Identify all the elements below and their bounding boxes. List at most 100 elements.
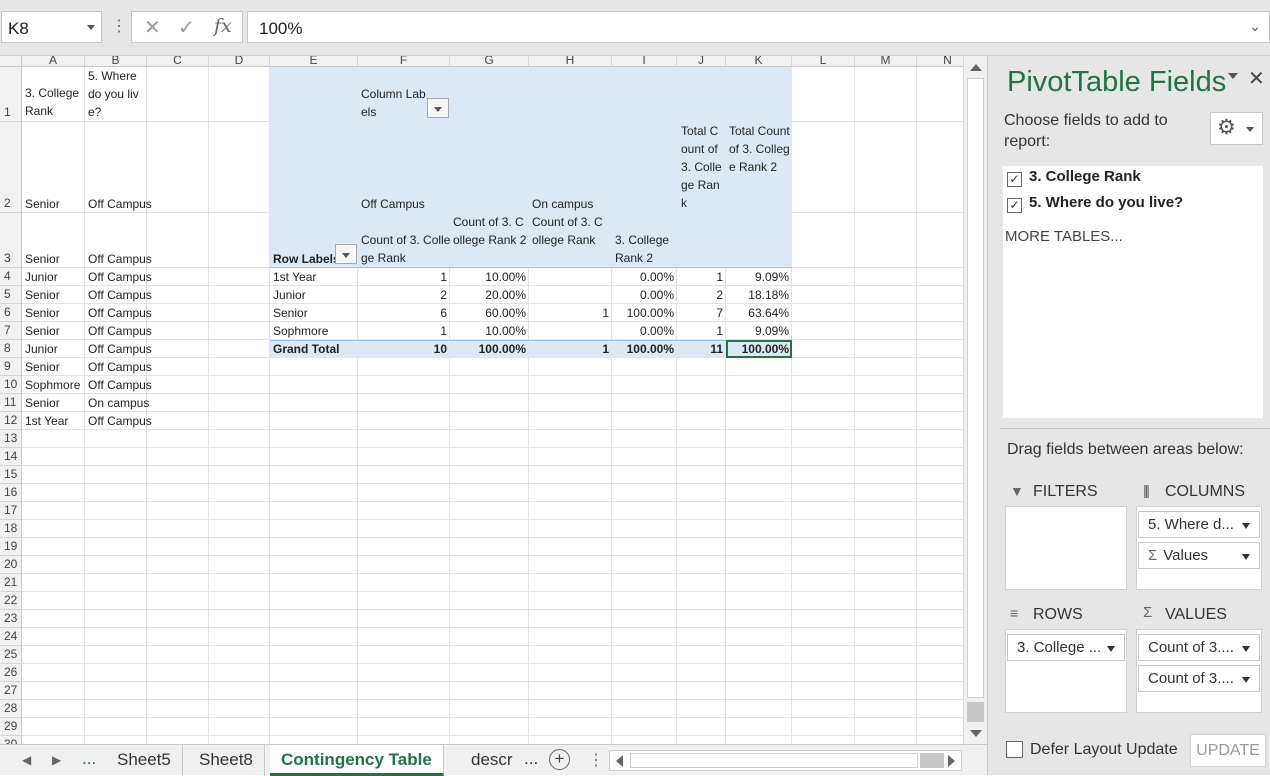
more-options-icon[interactable]: ⋮	[111, 16, 127, 36]
row-header-8[interactable]: 8	[0, 340, 22, 358]
chevron-down-icon[interactable]	[87, 25, 95, 30]
formula-input[interactable]: 100% ⌄	[247, 11, 1270, 43]
tab-contingency-table[interactable]: Contingency Table	[270, 745, 444, 776]
values-pill-count1[interactable]: Count of 3....	[1138, 634, 1260, 661]
chevron-down-icon[interactable]	[1242, 646, 1250, 652]
row-header-11[interactable]: 11	[0, 394, 22, 412]
filters-drop-area[interactable]	[1005, 506, 1127, 590]
tab-scroll-left-icon[interactable]: ◀	[22, 753, 31, 767]
row-header-15[interactable]: 15	[0, 466, 22, 484]
row-header-30[interactable]: 30	[0, 736, 22, 744]
scroll-up-icon[interactable]	[970, 64, 982, 71]
tab-scroll-right-icon[interactable]: ▶	[52, 753, 61, 767]
row-header-7[interactable]: 7	[0, 322, 22, 340]
row-header-18[interactable]: 18	[0, 520, 22, 538]
row-header-26[interactable]: 26	[0, 664, 22, 682]
active-cell[interactable]	[726, 340, 792, 358]
row-header-25[interactable]: 25	[0, 646, 22, 664]
row-header-17[interactable]: 17	[0, 502, 22, 520]
values-drop-area[interactable]: Count of 3.... Count of 3....	[1136, 629, 1262, 713]
chevron-down-icon[interactable]	[1107, 646, 1115, 652]
field-where-live[interactable]: ✓ 5. Where do you live?	[1007, 194, 1183, 213]
defer-checkbox[interactable]	[1006, 741, 1023, 758]
tab-descr[interactable]: descr	[460, 745, 524, 776]
insert-function-icon[interactable]: fx	[214, 15, 232, 37]
vertical-scrollbar[interactable]	[963, 56, 987, 744]
row-header-4[interactable]: 4	[0, 268, 22, 286]
row-header-13[interactable]: 13	[0, 430, 22, 448]
values-pill-count2[interactable]: Count of 3....	[1138, 665, 1260, 692]
column-header-d[interactable]: D	[209, 56, 270, 67]
field-college-rank[interactable]: ✓ 3. College Rank	[1007, 168, 1141, 187]
row-header-27[interactable]: 27	[0, 682, 22, 700]
select-all-corner[interactable]	[0, 56, 22, 67]
column-header-n[interactable]: N	[917, 56, 963, 67]
row-header-3[interactable]: 3	[0, 213, 22, 268]
update-button[interactable]: UPDATE	[1190, 734, 1266, 767]
row-header-20[interactable]: 20	[0, 556, 22, 574]
column-header-f[interactable]: F	[358, 56, 450, 67]
column-header-h[interactable]: H	[529, 56, 612, 67]
worksheet-grid[interactable]: ABCDEFGHIJKLMN 1 2 3 4 5 6 7 8 9 10 11 12 13 14 15 16 17…	[0, 56, 963, 744]
tab-sheet5[interactable]: Sheet5	[106, 745, 183, 776]
row-header-6[interactable]: 6	[0, 304, 22, 322]
more-tabs-right[interactable]: ...	[524, 749, 538, 769]
checkbox-checked-icon[interactable]: ✓	[1007, 172, 1022, 187]
checkbox-checked-icon[interactable]: ✓	[1007, 198, 1022, 213]
tab-sheet8[interactable]: Sheet8	[188, 745, 265, 776]
column-header-g[interactable]: G	[450, 56, 529, 67]
row-header-10[interactable]: 10	[0, 376, 22, 394]
scroll-thumb[interactable]	[967, 78, 984, 698]
row-header-14[interactable]: 14	[0, 448, 22, 466]
column-header-m[interactable]: M	[855, 56, 917, 67]
row-header-23[interactable]: 23	[0, 610, 22, 628]
column-header-b[interactable]: B	[85, 56, 147, 67]
rows-pill-college-rank[interactable]: 3. College ...	[1007, 634, 1125, 661]
columns-pill-where[interactable]: 5. Where d...	[1138, 511, 1260, 538]
row-header-29[interactable]: 29	[0, 718, 22, 736]
columns-pill-values[interactable]: Σ Values	[1138, 542, 1260, 569]
close-icon[interactable]: ✕	[1248, 66, 1265, 91]
chevron-down-icon[interactable]	[1242, 677, 1250, 683]
more-tabs-left[interactable]: ...	[82, 749, 96, 769]
column-header-e[interactable]: E	[270, 56, 358, 67]
columns-drop-area[interactable]: 5. Where d... Σ Values	[1136, 506, 1262, 590]
field-label: 5. Where do you live?	[1029, 194, 1184, 211]
scroll-down-icon[interactable]	[970, 730, 982, 737]
scroll-right-icon[interactable]	[948, 755, 955, 767]
cancel-icon[interactable]: ✕	[144, 15, 161, 40]
more-tables-link[interactable]: MORE TABLES...	[1005, 228, 1123, 245]
rows-drop-area[interactable]: 3. College ...	[1005, 629, 1127, 713]
row-header-28[interactable]: 28	[0, 700, 22, 718]
column-header-l[interactable]: L	[792, 56, 855, 67]
row-labels-filter-button[interactable]	[335, 244, 357, 264]
column-header-k[interactable]: K	[726, 56, 792, 67]
row-header-19[interactable]: 19	[0, 538, 22, 556]
column-header-c[interactable]: C	[147, 56, 209, 67]
add-sheet-icon[interactable]: +	[549, 749, 570, 770]
row-header-22[interactable]: 22	[0, 592, 22, 610]
row-header-1[interactable]: 1	[0, 67, 22, 122]
row-header-12[interactable]: 12	[0, 412, 22, 430]
split-handle-icon[interactable]: ⋮	[588, 750, 604, 770]
row-header-24[interactable]: 24	[0, 628, 22, 646]
column-header-j[interactable]: J	[677, 56, 726, 67]
horizontal-scrollbar[interactable]	[609, 750, 962, 771]
scroll-left-icon[interactable]	[616, 755, 623, 767]
enter-check-icon[interactable]: ✓	[178, 15, 195, 40]
row-header-16[interactable]: 16	[0, 484, 22, 502]
column-labels-filter-button[interactable]	[427, 98, 449, 118]
row-header-5[interactable]: 5	[0, 286, 22, 304]
row-header-9[interactable]: 9	[0, 358, 22, 376]
chevron-down-icon[interactable]	[1242, 523, 1250, 529]
chevron-down-icon[interactable]	[1242, 554, 1250, 560]
h-scroll-thumb[interactable]	[630, 753, 918, 768]
name-box[interactable]: K8	[1, 11, 102, 43]
column-header-i[interactable]: I	[612, 56, 677, 67]
column-header-a[interactable]: A	[22, 56, 85, 67]
tools-button[interactable]: ⚙	[1210, 112, 1263, 145]
row-header-2[interactable]: 2	[0, 122, 22, 213]
row-header-21[interactable]: 21	[0, 574, 22, 592]
pane-options-icon[interactable]	[1228, 73, 1238, 79]
expand-formula-icon[interactable]: ⌄	[1249, 18, 1261, 35]
